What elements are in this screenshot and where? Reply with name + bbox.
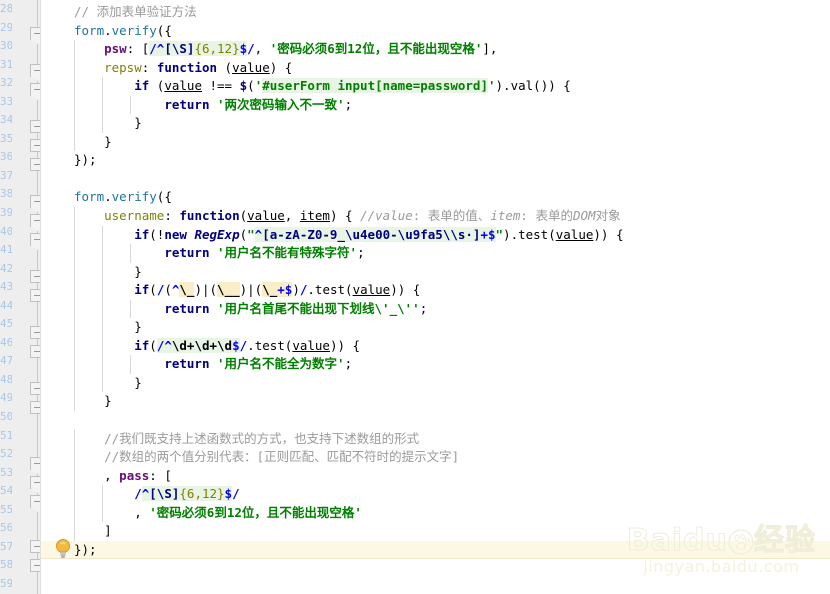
code-editor-window: 28 29 30 31 32 33 34 35 36 37 38 39 40 41 42 43 44 45 46 47… <box>0 0 830 594</box>
code-line[interactable]: , pass: [ <box>41 466 830 486</box>
line-number: 41 <box>0 243 12 257</box>
line-number: 56 <box>0 521 12 535</box>
code-line[interactable]: return '两次密码输入不一致'; <box>41 95 830 115</box>
line-number: 33 <box>0 94 12 108</box>
code-comment: // 添加表单验证方法 <box>74 4 197 19</box>
code-area[interactable]: // 添加表单验证方法 form.verify({ psw: [/^[\S]{6… <box>41 0 830 594</box>
code-keyword: function <box>156 59 218 75</box>
line-number: 38 <box>0 187 12 201</box>
code-line[interactable]: //我们既支持上述函数式的方式，也支持下述数组的形式 <box>41 429 830 449</box>
code-line[interactable] <box>41 170 830 189</box>
line-number: 31 <box>0 57 12 71</box>
line-number: 51 <box>0 428 12 442</box>
code-line[interactable]: //数组的两个值分别代表：[正则匹配、匹配不符时的提示文字] <box>41 448 830 467</box>
code-line[interactable]: if(/(^\_)|(\__)|(\_+$)/.test(value)) { <box>41 281 830 300</box>
line-number: 40 <box>0 224 12 238</box>
code-line[interactable]: } <box>41 262 830 282</box>
code-line[interactable]: if (value !== $('#userForm input[name=pa… <box>41 77 830 96</box>
line-number: 55 <box>0 502 12 516</box>
line-number: 35 <box>0 131 12 145</box>
code-line[interactable]: } <box>41 373 830 393</box>
line-number: 28 <box>0 2 12 15</box>
code-line[interactable]: repsw: function (value) { <box>41 58 830 78</box>
code-line[interactable]: form.verify({ <box>41 22 830 41</box>
code-lines: // 添加表单验证方法 form.verify({ psw: [/^[\S]{6… <box>41 0 830 560</box>
line-number: 29 <box>0 20 12 34</box>
line-number: 36 <box>0 150 12 164</box>
line-number: 39 <box>0 206 12 220</box>
code-line[interactable]: return '用户名首尾不能出现下划线\'_\''; <box>41 299 830 319</box>
code-line[interactable]: username: function(value, item) { //valu… <box>41 207 830 226</box>
code-property: repsw <box>104 59 142 75</box>
code-string: '密码必须6到12位，且不能出现空格' <box>269 41 483 57</box>
code-line[interactable]: if(/^\d+\d+\d$/.test(value)) { <box>41 336 830 356</box>
code-line[interactable] <box>41 411 830 430</box>
line-number: 43 <box>0 280 12 294</box>
code-line[interactable]: }); <box>41 151 830 170</box>
line-number: 45 <box>0 317 12 331</box>
editor-gutter: 28 29 30 31 32 33 34 35 36 37 38 39 40 41 42 43 44 45 46 47… <box>0 0 45 594</box>
code-line-current[interactable]: }); <box>41 540 830 560</box>
code-line[interactable]: ] <box>41 522 830 541</box>
line-number: 44 <box>0 298 12 312</box>
code-line[interactable]: } <box>41 392 830 412</box>
line-number: 37 <box>0 168 12 182</box>
code-line[interactable]: psw: [/^[\S]{6,12}$/, '密码必须6到12位，且不能出现空格… <box>41 40 830 59</box>
code-line[interactable]: // 添加表单验证方法 <box>41 3 830 22</box>
line-number: 54 <box>0 484 12 498</box>
line-number: 48 <box>0 372 12 386</box>
code-line[interactable]: /^[\S]{6,12}$/ <box>41 485 830 504</box>
line-number: 58 <box>0 558 12 572</box>
code-line[interactable]: return '用户名不能有特殊字符'; <box>41 244 830 263</box>
code-line[interactable]: } <box>41 318 830 337</box>
line-number: 47 <box>0 354 12 368</box>
line-number: 59 <box>0 576 12 590</box>
code-line[interactable]: return '用户名不能全为数字'; <box>41 355 830 374</box>
line-number: 42 <box>0 261 12 275</box>
line-number: 53 <box>0 465 12 479</box>
code-line[interactable]: , '密码必须6到12位，且不能出现空格' <box>41 503 830 523</box>
line-number-column: 28 29 30 31 32 33 34 35 36 37 38 39 40 41 42 43 44 45 46 47… <box>0 0 12 594</box>
code-line[interactable]: form.verify({ <box>41 188 830 207</box>
code-line[interactable]: } <box>41 114 830 133</box>
line-number: 57 <box>0 539 12 553</box>
line-number: 32 <box>0 76 12 90</box>
code-property: psw <box>104 41 127 57</box>
line-number: 50 <box>0 410 12 424</box>
line-number: 46 <box>0 335 12 349</box>
intention-bulb-icon[interactable] <box>54 538 72 558</box>
line-number: 34 <box>0 113 12 127</box>
code-line[interactable]: } <box>41 132 830 152</box>
line-number: 52 <box>0 447 12 461</box>
watermark-url: jingyan.baidu.com <box>643 557 800 576</box>
code-line[interactable]: if(!new RegExp("^[a-zA-Z0-9_\u4e00-\u9fa… <box>41 225 830 245</box>
code-object: form <box>74 22 105 38</box>
line-number: 49 <box>0 391 12 405</box>
line-number: 30 <box>0 39 12 53</box>
